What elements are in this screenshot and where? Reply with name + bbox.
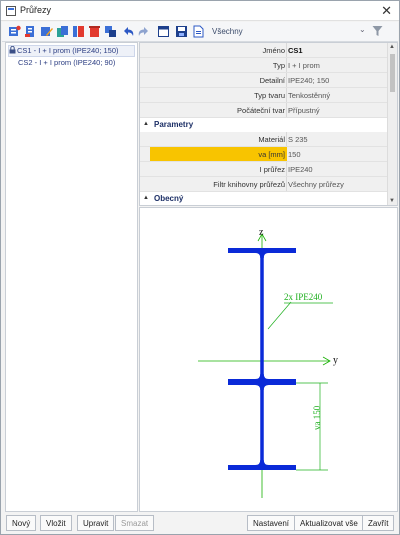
clone-icon[interactable] <box>104 25 117 38</box>
lower-profile-web <box>260 385 264 465</box>
property-value[interactable]: Všechny průřezy <box>288 180 344 189</box>
property-row[interactable]: Materiál S 235 <box>140 132 388 147</box>
settings-button[interactable]: Nastavení <box>247 515 296 531</box>
property-label: Detailní <box>259 76 285 85</box>
property-row[interactable]: I průřez IPE240 <box>140 162 388 177</box>
lower-profile-top-flange <box>228 380 296 385</box>
app-icon <box>6 6 16 16</box>
section-preview: z y 2x IPE240 va 150 <box>139 207 398 512</box>
scroll-up-icon[interactable]: ▲ <box>389 44 395 50</box>
property-label: Typ tvaru <box>254 91 285 100</box>
property-label: Materiál <box>258 135 285 144</box>
scroll-down-icon[interactable]: ▼ <box>389 198 395 204</box>
property-row[interactable]: Typ tvaru Tenkostěnný <box>140 88 388 103</box>
library-icon[interactable] <box>72 25 85 38</box>
edit-button[interactable]: Upravit <box>77 515 115 531</box>
list-item[interactable]: CS2 - I + I prom (IPE240; 90) <box>18 58 115 70</box>
property-label: Jméno <box>262 46 285 55</box>
profile-label: 2x IPE240 <box>284 292 323 302</box>
lower-profile-bottom-fillet <box>255 460 269 465</box>
upper-profile-web <box>260 253 264 379</box>
upper-profile-top-flange <box>228 248 296 253</box>
property-value[interactable]: IPE240 <box>288 165 313 174</box>
footer: Nový Vložit Upravit Smazat Nastavení Akt… <box>2 513 398 534</box>
title-bar: Průřezy ✕ <box>1 1 399 21</box>
y-axis-label: y <box>333 355 338 366</box>
property-label: I průřez <box>259 165 285 174</box>
upper-profile-top-fillet <box>255 253 269 258</box>
property-value[interactable]: Přípustný <box>288 106 320 115</box>
section-parameters[interactable]: ▲ Parametry <box>140 118 388 132</box>
document-icon[interactable] <box>192 25 205 38</box>
property-row[interactable]: Jméno CS1 <box>140 43 388 58</box>
save-icon[interactable] <box>175 25 188 38</box>
lower-profile-top-fillet <box>255 385 269 390</box>
property-value[interactable]: IPE240; 150 <box>288 76 329 85</box>
section-manager-window: Průřezy ✕ Všechny ⌄ CS1 - I + I prom (IP… <box>0 0 400 535</box>
property-value[interactable]: 150 <box>288 150 301 159</box>
copy-icon[interactable] <box>56 25 69 38</box>
new-button[interactable]: Nový <box>6 515 37 531</box>
window-title: Průřezy <box>20 5 52 15</box>
filter-dropdown[interactable]: Všechny <box>212 27 243 36</box>
list-item-label: CS1 - I + I prom (IPE240; 150) <box>17 46 119 55</box>
section-title: Parametry <box>154 120 194 129</box>
upper-profile-bottom-fillet <box>255 374 269 379</box>
properties-scrollbar[interactable]: ▲ ▼ <box>387 43 397 205</box>
undo-icon[interactable] <box>122 25 135 38</box>
property-value[interactable]: CS1 <box>288 46 303 55</box>
dimension-label: va 150 <box>312 405 322 430</box>
import-icon[interactable] <box>24 25 37 38</box>
insert-button[interactable]: Vložit <box>40 515 72 531</box>
scrollbar-thumb[interactable] <box>390 54 395 92</box>
edit-icon[interactable] <box>40 25 53 38</box>
redo-icon[interactable] <box>137 25 150 38</box>
list-item-label: CS2 - I + I prom (IPE240; 90) <box>18 58 116 67</box>
property-value[interactable]: S 235 <box>288 135 308 144</box>
new-section-icon[interactable] <box>8 25 21 38</box>
section-list: CS1 - I + I prom (IPE240; 150) CS2 - I +… <box>5 42 138 512</box>
lock-icon <box>9 46 16 54</box>
section-drawing: z y 2x IPE240 va 150 <box>198 227 338 498</box>
refresh-all-button[interactable]: Aktualizovat vše <box>294 515 364 531</box>
list-item[interactable]: CS1 - I + I prom (IPE240; 150) <box>8 45 135 57</box>
property-label: Počáteční tvar <box>237 106 285 115</box>
property-value[interactable]: Tenkostěnný <box>288 91 330 100</box>
table-icon[interactable] <box>157 25 170 38</box>
z-axis-label: z <box>259 227 264 238</box>
delete-icon[interactable] <box>88 25 101 38</box>
property-row[interactable]: va [mm] 150 <box>140 147 388 162</box>
property-value[interactable]: I + I prom <box>288 61 320 70</box>
close-window-button[interactable]: ✕ <box>381 3 392 19</box>
property-label: Filtr knihovny průřezů <box>213 180 285 189</box>
section-general[interactable]: ▲ Obecný <box>140 192 388 205</box>
property-label: Typ <box>272 61 285 70</box>
property-label: va [mm] <box>258 150 285 159</box>
property-row[interactable]: Detailní IPE240; 150 <box>140 73 388 88</box>
filter-icon[interactable] <box>372 25 383 37</box>
expand-icon[interactable]: ▲ <box>143 195 149 201</box>
close-button[interactable]: Zavřít <box>362 515 395 531</box>
properties-panel: Jméno CS1 Typ I + I prom Detailní IPE240… <box>139 42 398 206</box>
section-title: Obecný <box>154 194 184 203</box>
toolbar: Všechny ⌄ <box>2 22 398 42</box>
property-row[interactable]: Filtr knihovny průřezů Všechny průřezy <box>140 177 388 192</box>
property-row[interactable]: Typ I + I prom <box>140 58 388 73</box>
chevron-down-icon[interactable]: ⌄ <box>359 25 366 34</box>
profile-leader-line <box>267 301 292 330</box>
lower-profile-bottom-flange <box>228 465 296 470</box>
delete-button[interactable]: Smazat <box>115 515 155 531</box>
property-row[interactable]: Počáteční tvar Přípustný <box>140 103 388 118</box>
collapse-icon[interactable]: ▲ <box>143 121 149 127</box>
